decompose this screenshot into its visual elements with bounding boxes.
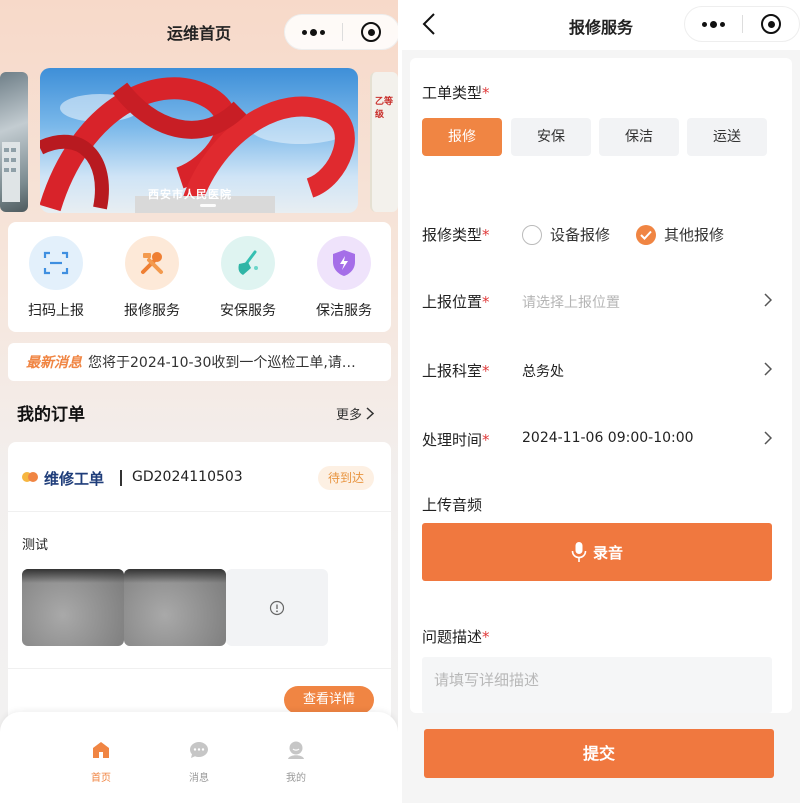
repair-form-screen: 报修服务 工单类型* 报修 安保 保洁 运送 报修类型* 设备报修 其他报修 上… (402, 0, 800, 803)
news-text: 您将于2024-10-30收到一个巡检工单,请… (88, 355, 356, 371)
target-icon (361, 22, 381, 42)
record-button[interactable]: 录音 (422, 523, 772, 581)
quick-action-label: 报修服务 (124, 303, 180, 319)
department-picker[interactable]: 总务处 (522, 361, 564, 381)
chevron-right-icon[interactable] (764, 362, 772, 376)
tab-label: 消息 (189, 773, 209, 784)
description-textarea[interactable]: 请填写详细描述 (422, 657, 772, 713)
order-card[interactable]: 维修工单 GD2024110503 待到达 测试 查看详情 (8, 442, 391, 722)
radio-checked-icon (636, 224, 656, 245)
more-dots-icon (302, 28, 325, 36)
time-label: 处理时间* (422, 431, 490, 449)
scan-report-button[interactable]: 扫码上报 (8, 236, 104, 320)
bottom-tab-bar: 首页 消息 我的 (0, 712, 398, 803)
security-service-button[interactable]: 安保服务 (200, 236, 296, 320)
more-dots-icon (702, 20, 725, 28)
banner-next-slide[interactable]: 乙等级 (370, 72, 398, 212)
news-ticker[interactable]: 最新消息 您将于2024-10-30收到一个巡检工单,请… (8, 343, 391, 381)
order-photo-placeholder[interactable] (226, 569, 328, 646)
radio-label: 设备报修 (550, 226, 611, 244)
order-type-option-repair[interactable]: 报修 (422, 118, 502, 156)
chevron-right-icon[interactable] (764, 293, 772, 307)
radio-unchecked-icon (522, 224, 542, 245)
repair-type-label: 报修类型* (422, 226, 490, 244)
orders-more-link[interactable]: 更多 (336, 404, 375, 423)
order-photo[interactable] (22, 569, 124, 646)
banner-image[interactable]: 西安市人民医院 (40, 68, 358, 213)
banner-prev-slide[interactable] (0, 72, 28, 212)
more-menu-button[interactable] (685, 7, 742, 41)
home-icon (93, 742, 109, 758)
home-screen: 运维首页 西安市人民医院 乙等级 扫码上报 报修服务 安保服务 保洁服务 最新消… (0, 0, 398, 803)
carousel-indicator (200, 204, 216, 207)
radio-other-repair[interactable]: 其他报修 (636, 224, 724, 245)
banner-side-caption: 乙等级 (375, 97, 394, 120)
department-label: 上报科室* (422, 362, 490, 380)
broom-icon (221, 236, 275, 290)
tab-label: 我的 (286, 773, 306, 784)
radio-equipment-repair[interactable]: 设备报修 (522, 224, 610, 245)
status-badge: 待到达 (318, 466, 375, 490)
order-photo[interactable] (124, 569, 226, 646)
description-label: 问题描述* (422, 628, 490, 646)
audio-label: 上传音频 (422, 496, 483, 514)
form-card (410, 58, 792, 713)
quick-actions-panel: 扫码上报 报修服务 安保服务 保洁服务 (8, 222, 391, 332)
radio-label: 其他报修 (664, 226, 725, 244)
order-id: GD2024110503 (132, 469, 243, 485)
scan-icon (29, 236, 83, 290)
location-picker[interactable]: 请选择上报位置 (522, 292, 620, 312)
orders-section-title: 我的订单 (17, 405, 85, 425)
tab-messages[interactable]: 消息 (169, 739, 229, 784)
cleaning-service-button[interactable]: 保洁服务 (296, 236, 392, 320)
banner-caption: 西安市人民医院 (148, 188, 232, 201)
alert-icon (269, 600, 285, 615)
order-type-option-transport[interactable]: 运送 (687, 118, 767, 156)
close-mini-program-button[interactable] (743, 7, 799, 41)
chevron-right-icon (366, 407, 375, 420)
shield-icon (317, 236, 371, 290)
message-icon (190, 742, 208, 758)
order-type-option-cleaning[interactable]: 保洁 (599, 118, 679, 156)
tab-label: 首页 (91, 773, 111, 784)
order-type-label: 工单类型* (422, 84, 490, 102)
profile-icon (288, 741, 304, 759)
order-type-option-security[interactable]: 安保 (511, 118, 591, 156)
microphone-icon (571, 542, 587, 562)
location-label: 上报位置* (422, 293, 490, 311)
submit-button[interactable]: 提交 (424, 729, 774, 778)
chevron-right-icon[interactable] (764, 431, 772, 445)
mini-program-capsule (684, 6, 800, 42)
mini-program-capsule (284, 14, 398, 50)
news-tag: 最新消息 (26, 355, 82, 371)
quick-action-label: 保洁服务 (316, 303, 372, 319)
more-menu-button[interactable] (285, 15, 342, 49)
close-mini-program-button[interactable] (343, 15, 398, 49)
target-icon (761, 14, 781, 34)
repair-service-button[interactable]: 报修服务 (104, 236, 200, 320)
record-label: 录音 (592, 543, 623, 562)
view-details-button[interactable]: 查看详情 (284, 686, 374, 714)
order-description: 测试 (22, 538, 49, 553)
quick-action-label: 安保服务 (220, 303, 276, 319)
time-picker[interactable]: 2024-11-06 09:00-10:00 (522, 430, 694, 446)
nav-bar: 报修服务 (402, 0, 800, 50)
order-type-icon (22, 472, 38, 482)
repair-tools-icon (125, 236, 179, 290)
tab-home[interactable]: 首页 (71, 739, 131, 784)
quick-action-label: 扫码上报 (28, 303, 84, 319)
order-type: 维修工单 (44, 470, 105, 488)
orders-more-label: 更多 (336, 408, 363, 423)
tab-profile[interactable]: 我的 (266, 739, 326, 784)
